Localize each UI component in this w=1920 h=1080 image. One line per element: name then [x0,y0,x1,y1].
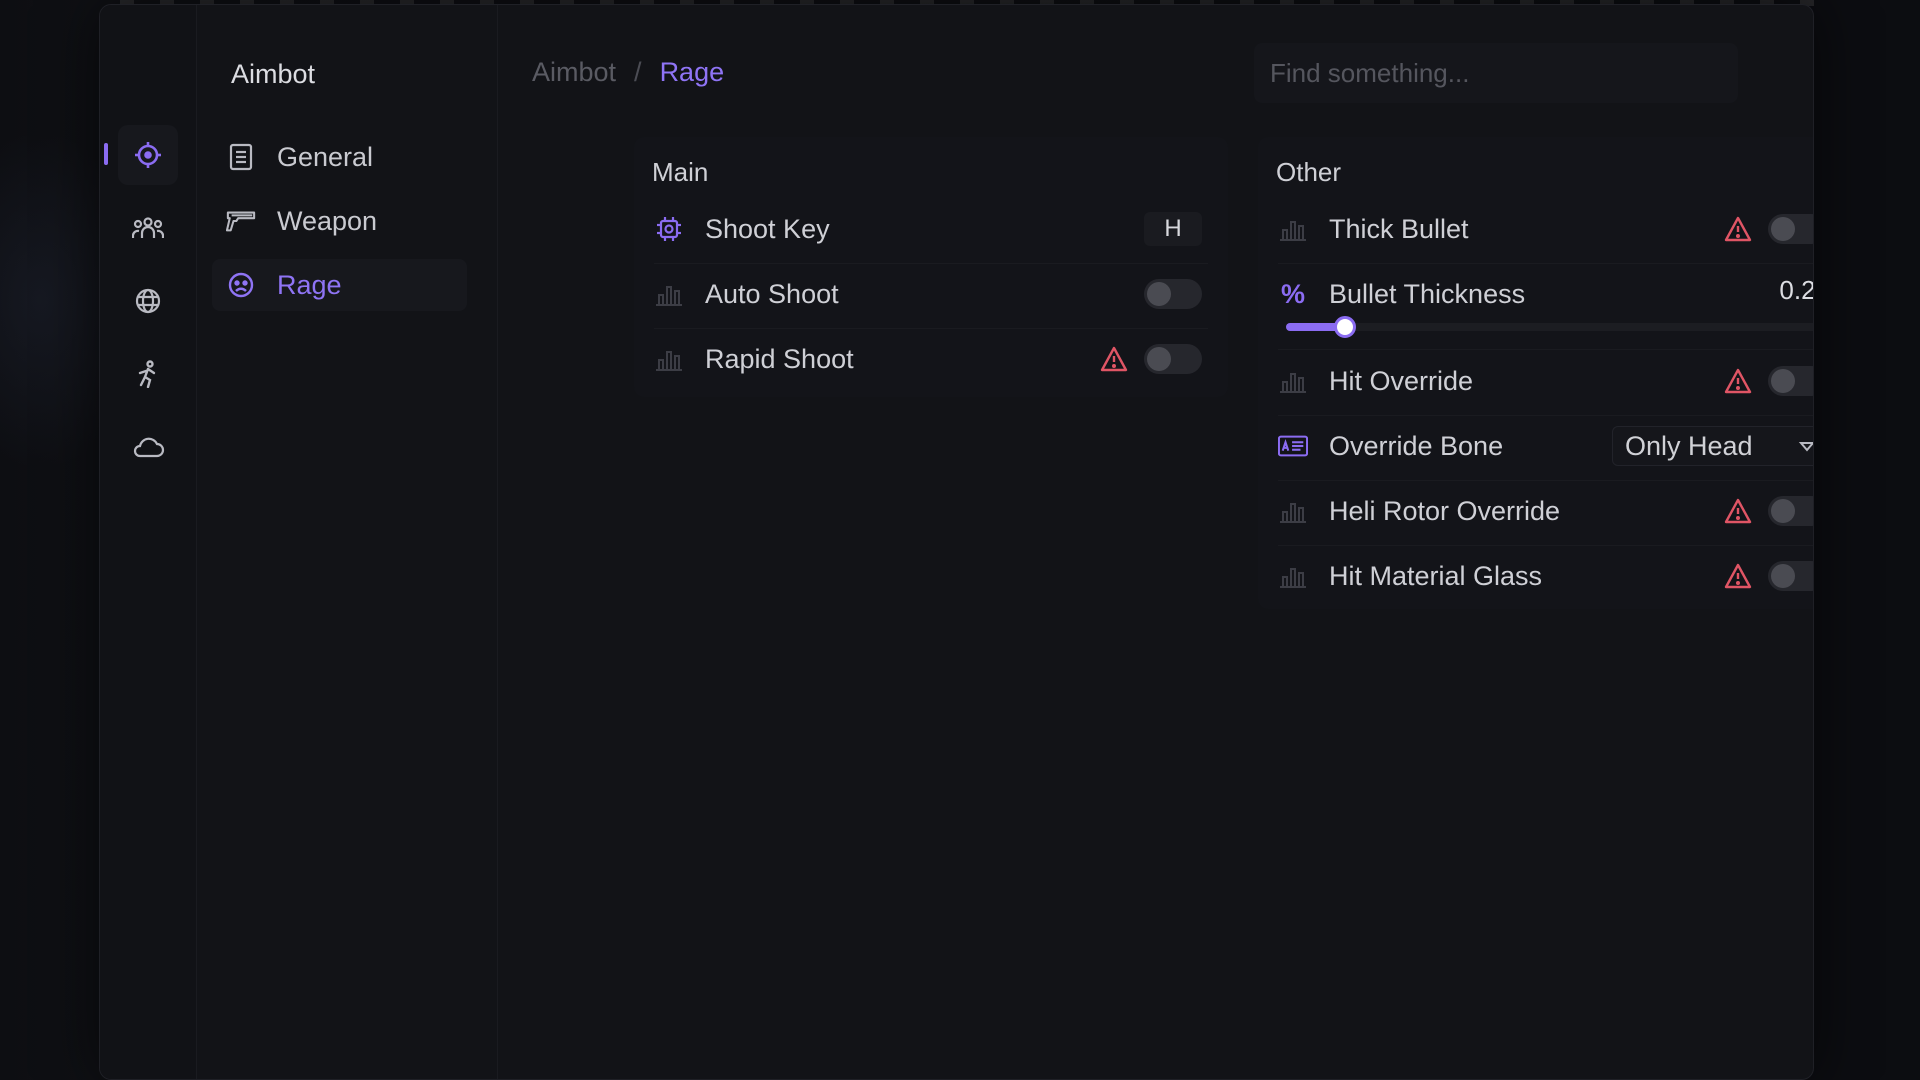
menu-window: Aimbot General Weapon Rage Aimbot / Rage… [99,4,1814,1080]
setting-row-rapid-shoot: Rapid Shoot [644,329,1218,389]
breadcrumb-current: Rage [659,57,725,87]
sidebar-item-label: General [277,141,374,172]
toggle-knob [1771,369,1795,393]
hit-material-glass-toggle[interactable] [1768,561,1813,591]
setting-row-heli-rotor-override: Heli Rotor Override [1268,481,1813,541]
warning-icon [1724,563,1752,589]
toggle-knob [1771,499,1795,523]
active-indicator [104,143,108,165]
setting-row-hit-material-glass: Hit Material Glass [1268,546,1813,606]
users-icon [132,217,164,238]
heli-rotor-override-toggle[interactable] [1768,496,1813,526]
document-icon [226,142,256,172]
pistol-icon [226,206,256,236]
setting-label: Shoot Key [705,213,830,244]
sidebar-item-rage[interactable]: Rage [212,259,467,311]
rail-players-button[interactable] [118,198,178,258]
crosshair-icon [135,142,161,168]
rail-cloud-button[interactable] [118,417,178,477]
search-input[interactable] [1254,43,1738,103]
divider [1278,349,1813,350]
warning-icon [1724,498,1752,524]
slider-value: 0.20 [1779,275,1813,305]
sidebar-item-label: Rage [277,269,342,300]
setting-row-thick-bullet: Thick Bullet [1268,199,1813,259]
keybind-button[interactable]: H [1144,212,1202,246]
other-panel: Other Thick Bullet % Bullet Thickness 0.… [1258,137,1813,609]
angry-face-icon [226,270,256,300]
bullet-thickness-slider[interactable] [1286,316,1813,338]
sidebar-item-weapon[interactable]: Weapon [212,195,467,247]
dropdown-value: Only Head [1625,430,1753,461]
sidebar: Aimbot General Weapon Rage [197,5,498,1079]
breadcrumb-separator: / [634,57,642,87]
main-content: Aimbot / Rage Main Shoot Key H [498,5,1813,1079]
rail-aimbot-button[interactable] [118,125,178,185]
chevron-down-icon [1798,442,1813,452]
percent-icon: % [1280,278,1305,309]
placeholder-icon [1278,214,1308,244]
cloud-icon [133,437,165,458]
setting-label: Auto Shoot [705,278,839,309]
main-panel: Main Shoot Key H Auto Shoot Rapid Shoot [634,137,1228,397]
setting-row-hit-override: Hit Override [1268,351,1813,411]
sidebar-item-general[interactable]: General [212,131,467,183]
warning-icon [1724,216,1752,242]
placeholder-icon [1278,561,1308,591]
breadcrumb: Aimbot / Rage [532,57,724,88]
placeholder-icon [1278,496,1308,526]
category-rail [100,5,197,1079]
globe-icon [135,288,161,314]
toggle-knob [1147,347,1171,371]
setting-row-bullet-thickness: % Bullet Thickness 0.20 [1268,264,1813,324]
thick-bullet-toggle[interactable] [1768,214,1813,244]
setting-row-shoot-key: Shoot Key H [644,199,1218,259]
panel-title: Main [652,157,709,187]
rapid-shoot-toggle[interactable] [1144,344,1202,374]
setting-label: Bullet Thickness [1329,278,1526,309]
breadcrumb-parent[interactable]: Aimbot [532,57,616,88]
slider-thumb[interactable] [1334,316,1356,338]
setting-row-auto-shoot: Auto Shoot [644,264,1218,324]
placeholder-icon [654,279,684,309]
setting-row-override-bone: Override Bone Only Head [1268,416,1813,476]
warning-icon [1100,346,1128,372]
hit-override-toggle[interactable] [1768,366,1813,396]
id-card-icon [1278,431,1308,461]
toggle-knob [1147,282,1171,306]
sidebar-title: Aimbot [231,59,316,89]
placeholder-icon [1278,366,1308,396]
auto-shoot-toggle[interactable] [1144,279,1202,309]
running-person-icon [138,360,156,388]
placeholder-icon [654,344,684,374]
sidebar-item-label: Weapon [277,205,378,236]
warning-icon [1724,368,1752,394]
override-bone-dropdown[interactable]: Only Head [1612,426,1813,466]
panel-title: Other [1276,157,1342,187]
toggle-knob [1771,217,1795,241]
toggle-knob [1771,564,1795,588]
rail-movement-button[interactable] [118,344,178,404]
setting-label: Rapid Shoot [705,343,854,374]
chip-icon [654,214,684,244]
rail-world-button[interactable] [118,271,178,331]
